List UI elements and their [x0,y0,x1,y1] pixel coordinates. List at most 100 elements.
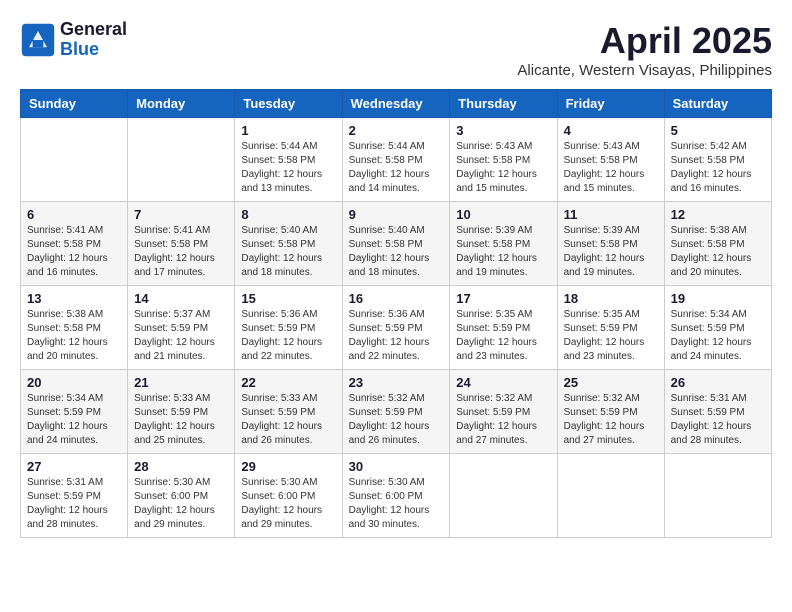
calendar-cell: 29 Sunrise: 5:30 AM Sunset: 6:00 PM Dayli… [235,454,342,538]
day-info: Sunrise: 5:41 AM Sunset: 5:58 PM Dayligh… [134,224,228,280]
page-header: General Blue April 2025 Alicante, Wester… [20,20,772,79]
calendar-cell: 25 Sunrise: 5:32 AM Sunset: 5:59 PM Dayli… [557,370,664,454]
day-number: 24 [456,375,550,390]
day-info: Sunrise: 5:32 AM Sunset: 5:59 PM Dayligh… [456,392,550,448]
calendar-cell: 2 Sunrise: 5:44 AM Sunset: 5:58 PM Daylig… [342,118,450,202]
day-number: 22 [241,375,335,390]
day-info: Sunrise: 5:39 AM Sunset: 5:58 PM Dayligh… [456,224,550,280]
calendar-cell: 26Sunrise: 5:31 AM Sunset: 5:59 PM Dayli… [664,370,771,454]
day-number: 9 [349,207,444,222]
day-number: 25 [564,375,658,390]
day-info: Sunrise: 5:39 AM Sunset: 5:58 PM Dayligh… [564,224,658,280]
day-info: Sunrise: 5:40 AM Sunset: 5:58 PM Dayligh… [241,224,335,280]
day-number: 12 [671,207,765,222]
day-number: 6 [27,207,121,222]
day-number: 8 [241,207,335,222]
day-number: 4 [564,123,658,138]
day-info: Sunrise: 5:35 AM Sunset: 5:59 PM Dayligh… [456,308,550,364]
calendar-week-row: 13 Sunrise: 5:38 AM Sunset: 5:58 PM Dayli… [21,286,772,370]
day-info: Sunrise: 5:36 AM Sunset: 5:59 PM Dayligh… [349,308,444,364]
day-info: Sunrise: 5:38 AM Sunset: 5:58 PM Dayligh… [671,224,765,280]
calendar-cell: 3Sunrise: 5:43 AM Sunset: 5:58 PM Daylig… [450,118,557,202]
calendar-cell: 10 Sunrise: 5:39 AM Sunset: 5:58 PM Dayli… [450,202,557,286]
day-info: Sunrise: 5:44 AM Sunset: 5:58 PM Dayligh… [349,140,444,196]
day-info: Sunrise: 5:32 AM Sunset: 5:59 PM Dayligh… [349,392,444,448]
day-number: 16 [349,291,444,306]
day-info: Sunrise: 5:30 AM Sunset: 6:00 PM Dayligh… [241,476,335,532]
calendar-cell: 21Sunrise: 5:33 AM Sunset: 5:59 PM Dayli… [128,370,235,454]
calendar-cell [664,454,771,538]
day-number: 15 [241,291,335,306]
calendar-cell: 6 Sunrise: 5:41 AM Sunset: 5:58 PM Daylig… [21,202,128,286]
calendar-body: 1Sunrise: 5:44 AM Sunset: 5:58 PM Daylig… [21,118,772,538]
calendar-cell [450,454,557,538]
calendar-cell: 9 Sunrise: 5:40 AM Sunset: 5:58 PM Daylig… [342,202,450,286]
day-info: Sunrise: 5:31 AM Sunset: 5:59 PM Dayligh… [27,476,121,532]
day-number: 10 [456,207,550,222]
calendar-week-row: 6 Sunrise: 5:41 AM Sunset: 5:58 PM Daylig… [21,202,772,286]
weekday-header-row: SundayMondayTuesdayWednesdayThursdayFrid… [21,90,772,118]
calendar-cell: 12 Sunrise: 5:38 AM Sunset: 5:58 PM Dayli… [664,202,771,286]
day-info: Sunrise: 5:30 AM Sunset: 6:00 PM Dayligh… [349,476,444,532]
weekday-header-cell: Saturday [664,90,771,118]
day-number: 13 [27,291,121,306]
day-number: 23 [349,375,444,390]
weekday-header-cell: Sunday [21,90,128,118]
calendar-cell: 23 Sunrise: 5:32 AM Sunset: 5:59 PM Dayli… [342,370,450,454]
day-number: 11 [564,207,658,222]
calendar-cell: 4Sunrise: 5:43 AM Sunset: 5:58 PM Daylig… [557,118,664,202]
day-number: 3 [456,123,550,138]
weekday-header-cell: Tuesday [235,90,342,118]
day-number: 7 [134,207,228,222]
calendar-cell: 14 Sunrise: 5:37 AM Sunset: 5:59 PM Dayli… [128,286,235,370]
day-number: 28 [134,459,228,474]
calendar-cell: 19 Sunrise: 5:34 AM Sunset: 5:59 PM Dayli… [664,286,771,370]
logo: General Blue [20,20,127,60]
calendar-week-row: 27 Sunrise: 5:31 AM Sunset: 5:59 PM Dayli… [21,454,772,538]
day-info: Sunrise: 5:34 AM Sunset: 5:59 PM Dayligh… [27,392,121,448]
calendar-cell: 18 Sunrise: 5:35 AM Sunset: 5:59 PM Dayli… [557,286,664,370]
day-info: Sunrise: 5:42 AM Sunset: 5:58 PM Dayligh… [671,140,765,196]
day-number: 29 [241,459,335,474]
day-number: 19 [671,291,765,306]
day-info: Sunrise: 5:33 AM Sunset: 5:59 PM Dayligh… [134,392,228,448]
day-info: Sunrise: 5:36 AM Sunset: 5:59 PM Dayligh… [241,308,335,364]
day-info: Sunrise: 5:32 AM Sunset: 5:59 PM Dayligh… [564,392,658,448]
logo-text: General Blue [60,20,127,60]
calendar-cell: 24 Sunrise: 5:32 AM Sunset: 5:59 PM Dayli… [450,370,557,454]
day-number: 2 [349,123,444,138]
calendar-cell: 5 Sunrise: 5:42 AM Sunset: 5:58 PM Daylig… [664,118,771,202]
calendar-cell: 27 Sunrise: 5:31 AM Sunset: 5:59 PM Dayli… [21,454,128,538]
month-title: April 2025 [517,20,772,62]
day-number: 17 [456,291,550,306]
day-info: Sunrise: 5:34 AM Sunset: 5:59 PM Dayligh… [671,308,765,364]
calendar-cell: 13 Sunrise: 5:38 AM Sunset: 5:58 PM Dayli… [21,286,128,370]
weekday-header-cell: Thursday [450,90,557,118]
day-info: Sunrise: 5:37 AM Sunset: 5:59 PM Dayligh… [134,308,228,364]
day-info: Sunrise: 5:35 AM Sunset: 5:59 PM Dayligh… [564,308,658,364]
calendar-cell [21,118,128,202]
day-number: 27 [27,459,121,474]
day-number: 20 [27,375,121,390]
day-info: Sunrise: 5:33 AM Sunset: 5:59 PM Dayligh… [241,392,335,448]
calendar-cell: 28 Sunrise: 5:30 AM Sunset: 6:00 PM Dayli… [128,454,235,538]
calendar-cell [557,454,664,538]
calendar-cell: 15 Sunrise: 5:36 AM Sunset: 5:59 PM Dayli… [235,286,342,370]
day-number: 18 [564,291,658,306]
calendar-week-row: 20 Sunrise: 5:34 AM Sunset: 5:59 PM Dayli… [21,370,772,454]
calendar-table: SundayMondayTuesdayWednesdayThursdayFrid… [20,89,772,538]
calendar-cell: 11 Sunrise: 5:39 AM Sunset: 5:58 PM Dayli… [557,202,664,286]
day-info: Sunrise: 5:44 AM Sunset: 5:58 PM Dayligh… [241,140,335,196]
title-area: April 2025 Alicante, Western Visayas, Ph… [517,20,772,79]
day-info: Sunrise: 5:38 AM Sunset: 5:58 PM Dayligh… [27,308,121,364]
logo-icon [20,22,56,58]
day-number: 14 [134,291,228,306]
weekday-header-cell: Monday [128,90,235,118]
day-number: 5 [671,123,765,138]
day-info: Sunrise: 5:40 AM Sunset: 5:58 PM Dayligh… [349,224,444,280]
day-info: Sunrise: 5:30 AM Sunset: 6:00 PM Dayligh… [134,476,228,532]
location-title: Alicante, Western Visayas, Philippines [517,62,772,79]
day-info: Sunrise: 5:41 AM Sunset: 5:58 PM Dayligh… [27,224,121,280]
calendar-cell: 20 Sunrise: 5:34 AM Sunset: 5:59 PM Dayli… [21,370,128,454]
day-number: 30 [349,459,444,474]
